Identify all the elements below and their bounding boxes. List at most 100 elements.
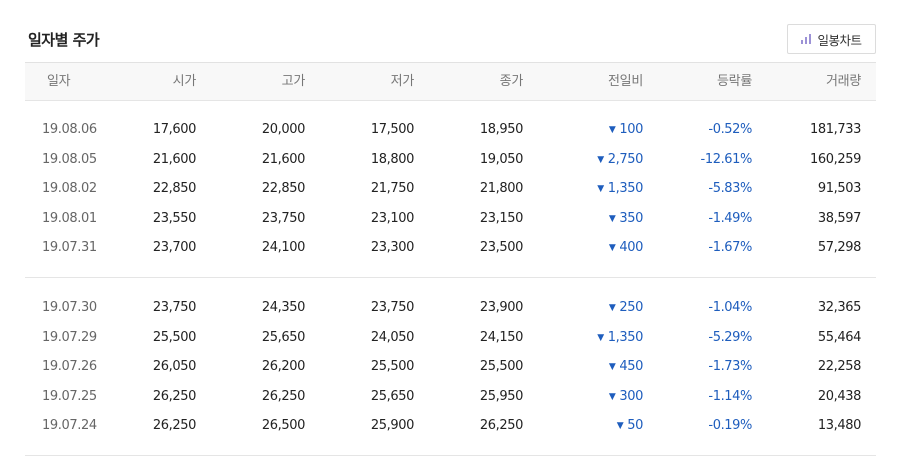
- change-value: 300: [619, 388, 643, 404]
- group-divider: [25, 277, 876, 278]
- cell-close: 25,500: [479, 359, 523, 374]
- table-row: 19.07.29 25,500 25,650 24,050 24,150 ▼ 1,350 -5…: [25, 323, 876, 352]
- header-low: 저가: [390, 74, 415, 89]
- cell-volume: 20,438: [817, 388, 861, 404]
- header-close: 종가: [499, 74, 524, 89]
- header-date: 일자: [47, 74, 71, 89]
- cell-change: ▼ 100: [608, 115, 644, 144]
- cell-open: 23,550: [152, 210, 196, 226]
- cell-volume: 160,259: [810, 151, 861, 167]
- table-row: 19.07.31 23,700 24,100 23,300 23,500 ▼ 400 -1.6…: [25, 233, 876, 262]
- daily-chart-button[interactable]: 일봉차트: [787, 24, 876, 54]
- cell-low: 23,300: [370, 240, 414, 255]
- down-arrow-icon: ▼: [608, 125, 616, 135]
- cell-open: 23,750: [152, 300, 196, 315]
- down-arrow-icon: ▼: [597, 184, 604, 194]
- cell-high: 26,250: [261, 388, 305, 404]
- table-row: 19.08.02 22,850 22,850 21,750 21,800 ▼ 1,350 -5…: [25, 174, 876, 203]
- table-row: 19.07.25 26,250 26,250 25,650 25,950 ▼ 300 -1.1…: [25, 382, 876, 411]
- cell-low: 23,750: [370, 300, 414, 315]
- cell-close: 23,900: [479, 300, 523, 315]
- change-value: 400: [619, 240, 643, 255]
- cell-volume: 32,365: [817, 300, 861, 315]
- cell-close: 23,150: [479, 210, 523, 226]
- cell-volume: 22,258: [817, 359, 861, 374]
- cell-volume: 181,733: [810, 122, 861, 137]
- table-bottom-border: [25, 455, 876, 456]
- cell-close: 21,800: [479, 181, 523, 196]
- cell-high: 24,350: [261, 300, 305, 315]
- cell-open: 26,250: [152, 418, 196, 433]
- cell-date: 19.07.29: [42, 329, 97, 345]
- cell-volume: 38,597: [817, 210, 861, 226]
- section-title: 일자별 주가: [28, 31, 100, 49]
- cell-rate: -1.67%: [708, 240, 752, 255]
- change-value: 350: [619, 210, 643, 226]
- table-header: 일자 시가 고가 저가 종가 전일비 등락률 거래량: [25, 63, 876, 100]
- cell-low: 21,750: [370, 181, 414, 196]
- change-value: 250: [619, 300, 643, 315]
- header-open: 시가: [172, 74, 197, 89]
- change-value: 450: [619, 359, 643, 374]
- cell-date: 19.07.31: [42, 240, 97, 255]
- cell-rate: -5.29%: [708, 329, 752, 345]
- header-rate: 등락률: [717, 74, 752, 89]
- cell-high: 20,000: [261, 122, 305, 137]
- cell-volume: 55,464: [817, 329, 861, 345]
- cell-date: 19.08.01: [42, 210, 97, 226]
- cell-open: 26,250: [152, 388, 196, 404]
- down-arrow-icon: ▼: [616, 421, 624, 431]
- change-value: 1,350: [607, 329, 644, 345]
- cell-open: 21,600: [152, 151, 196, 167]
- down-arrow-icon: ▼: [608, 213, 616, 224]
- cell-volume: 91,503: [817, 181, 861, 196]
- daily-chart-button-label: 일봉차트: [817, 32, 862, 48]
- cell-low: 25,500: [370, 359, 414, 374]
- cell-open: 25,500: [152, 329, 196, 345]
- cell-change: ▼ 300: [608, 382, 644, 411]
- cell-rate: -0.19%: [708, 418, 752, 433]
- cell-date: 19.08.06: [42, 122, 97, 137]
- table-row: 19.07.30 23,750 24,350 23,750 23,900 ▼ 250 -1.0…: [25, 293, 876, 322]
- down-arrow-icon: ▼: [608, 303, 616, 313]
- down-arrow-icon: ▼: [597, 154, 604, 165]
- cell-change: ▼ 2,750: [597, 145, 643, 174]
- cell-date: 19.08.05: [42, 151, 97, 167]
- header-volume: 거래량: [826, 74, 861, 89]
- down-arrow-icon: ▼: [608, 391, 616, 402]
- change-value: 100: [619, 122, 643, 137]
- cell-rate: -1.73%: [708, 359, 752, 374]
- cell-rate: -5.83%: [708, 181, 752, 196]
- down-arrow-icon: ▼: [597, 332, 604, 343]
- cell-volume: 13,480: [817, 418, 861, 433]
- bar-chart-icon: [801, 34, 812, 44]
- header-high: 고가: [281, 74, 306, 89]
- cell-high: 25,650: [261, 329, 305, 345]
- cell-high: 26,500: [261, 418, 305, 433]
- cell-change: ▼ 400: [608, 233, 644, 262]
- change-value: 50: [627, 418, 643, 433]
- cell-high: 22,850: [261, 181, 305, 196]
- cell-close: 26,250: [479, 418, 523, 433]
- cell-close: 18,950: [479, 122, 523, 137]
- cell-rate: -1.49%: [708, 210, 752, 226]
- cell-date: 19.07.25: [42, 388, 97, 404]
- cell-high: 23,750: [261, 210, 305, 226]
- cell-date: 19.07.24: [42, 418, 97, 433]
- cell-rate: -12.61%: [700, 151, 753, 167]
- cell-low: 23,100: [370, 210, 414, 226]
- cell-change: ▼ 1,350: [597, 174, 643, 203]
- table-row: 19.07.26 26,050 26,200 25,500 25,500 ▼ 450 -1.7…: [25, 352, 876, 381]
- cell-open: 23,700: [152, 240, 196, 255]
- cell-rate: -0.52%: [708, 122, 752, 137]
- cell-rate: -1.04%: [708, 300, 752, 315]
- down-arrow-icon: ▼: [608, 243, 616, 253]
- cell-change: ▼ 350: [608, 204, 644, 233]
- cell-date: 19.07.30: [42, 300, 97, 315]
- cell-close: 23,500: [479, 240, 523, 255]
- cell-close: 25,950: [479, 388, 523, 404]
- cell-change: ▼ 450: [609, 352, 644, 381]
- cell-change: ▼ 250: [608, 293, 644, 322]
- cell-low: 18,800: [370, 151, 414, 167]
- cell-low: 25,650: [370, 388, 414, 404]
